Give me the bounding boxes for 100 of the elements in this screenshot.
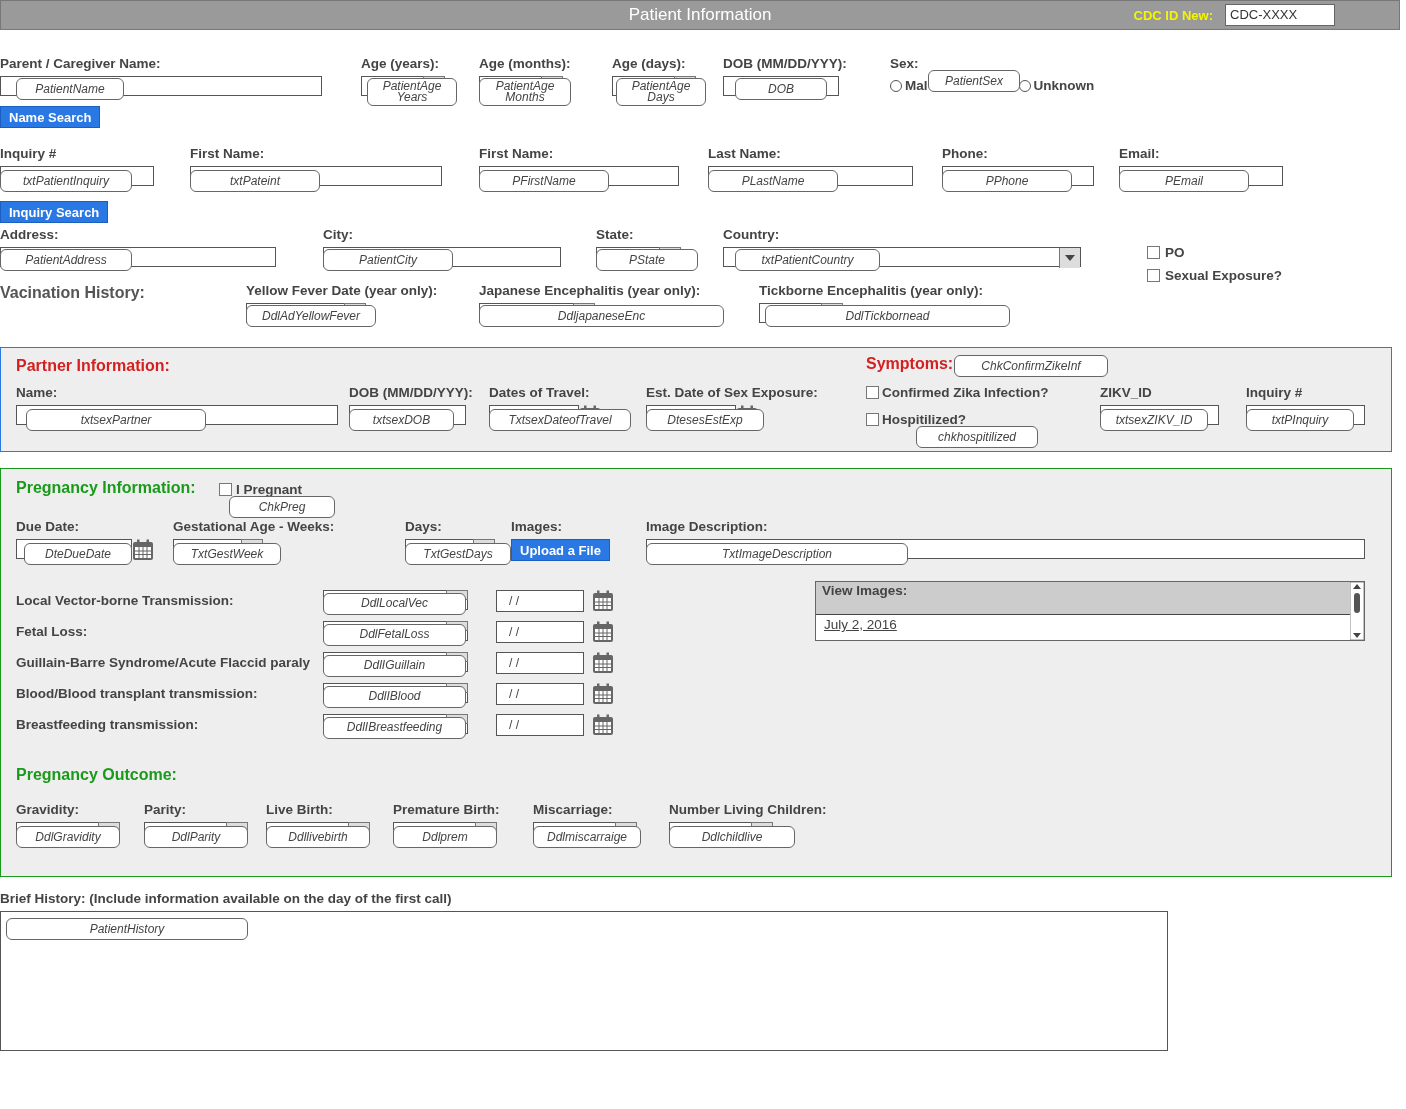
field-label: Dates of Travel: xyxy=(489,385,591,401)
callout-tooltip: DdlFetalLoss xyxy=(323,623,466,646)
checkbox-label: Confirmed Zika Infection? xyxy=(882,385,1049,400)
field-label: Parent / Caregiver Name: xyxy=(0,56,162,72)
checkbox-label: Hospitilized? xyxy=(882,412,966,427)
callout-tooltip: PatientSex xyxy=(928,70,1020,92)
callout-tooltip: Ddlchildlive xyxy=(669,826,795,848)
callout-tooltip: Ddlmiscarraige xyxy=(533,826,641,848)
field-label: DOB (MM/DD/YYY): xyxy=(349,385,474,401)
field-label: DOB (MM/DD/YYY): xyxy=(723,56,848,72)
callout-tooltip: PFirstName xyxy=(479,170,609,192)
field-label: Japanese Encephalitis (year only): xyxy=(479,283,702,299)
callout-tooltip: DdlGravidity xyxy=(16,826,120,848)
field-label: City: xyxy=(323,227,354,243)
field-label: Due Date: xyxy=(16,519,80,535)
callout-tooltip: PatientAge Days xyxy=(616,78,706,106)
callout-tooltip: PatientAddress xyxy=(0,249,132,271)
field-label: Live Birth: xyxy=(266,802,334,818)
list-header: View Images: xyxy=(816,582,1350,615)
field-label: Days: xyxy=(405,519,443,535)
callout-tooltip: DdlAdYellowFever xyxy=(246,305,376,327)
field-label: Address: xyxy=(0,227,60,243)
callout-tooltip: ChkConfirmZikeInf xyxy=(954,355,1108,377)
field-label: Miscarriage: xyxy=(533,802,614,818)
callout-tooltip: TxtGestWeek xyxy=(173,543,281,565)
callout-tooltip: PatientAge Months xyxy=(479,78,571,106)
callout-tooltip: txtPatientCountry xyxy=(735,249,880,271)
field-label: Name: xyxy=(16,385,59,401)
section-title: Pregnancy Information: xyxy=(16,479,197,497)
field-label: Phone: xyxy=(942,146,989,162)
section-title: Symptoms: xyxy=(866,355,954,373)
field-label: Images: xyxy=(511,519,564,535)
callout-tooltip: txtsexDOB xyxy=(349,409,454,431)
callout-tooltip: txtPateint xyxy=(190,170,320,192)
callout-tooltip: DteDueDate xyxy=(24,543,132,565)
field-label: Country: xyxy=(723,227,781,243)
field-label: Yellow Fever Date (year only): xyxy=(246,283,439,299)
callout-tooltip: txtPInquiry xyxy=(1246,409,1354,431)
field-label: State: xyxy=(596,227,635,243)
field-label: Age (days): xyxy=(612,56,687,72)
cdc-id-label: CDC ID New: xyxy=(1133,7,1213,23)
callout-tooltip: TxtImageDescription xyxy=(646,543,908,565)
field-label: Guillain-Barre Syndrome/Acute Flaccid paraly xyxy=(16,654,312,671)
callout-tooltip: PatientCity xyxy=(323,249,453,271)
callout-tooltip: DdlLocalVec xyxy=(323,592,466,615)
callout-tooltip: DdlIGuillain xyxy=(323,654,466,677)
field-label: Parity: xyxy=(144,802,188,818)
callout-tooltip: PLastName xyxy=(708,170,838,192)
field-label: Gravidity: xyxy=(16,802,81,818)
section-title: Vacination History: xyxy=(0,284,146,302)
callout-tooltip: DdlTickbornead xyxy=(765,305,1010,327)
field-label: Brief History: (Include information available on the day of the first call) xyxy=(0,891,453,907)
radio-label: Unknown xyxy=(1033,78,1095,93)
field-label: Age (years): xyxy=(361,56,441,72)
callout-tooltip: PState xyxy=(596,249,698,271)
callout-tooltip: PatientAge Years xyxy=(367,78,457,106)
field-label: Local Vector-borne Transmission: xyxy=(16,592,235,609)
section-title: Partner Information: xyxy=(16,357,170,375)
field-label: Est. Date of Sex Exposure: xyxy=(646,385,819,401)
field-label: Sex: xyxy=(890,56,920,72)
callout-tooltip: Ddllivebirth xyxy=(266,826,370,848)
field-label: Number Living Children: xyxy=(669,802,828,818)
field-label: Tickborne Encephalitis (year only): xyxy=(759,283,985,299)
field-label: Blood/Blood transplant transmission: xyxy=(16,685,259,702)
radio-label: Mal xyxy=(905,78,928,93)
field-label: Image Description: xyxy=(646,519,769,535)
callout-tooltip: TxtGestDays xyxy=(405,543,511,565)
callout-tooltip: DOB xyxy=(735,78,827,100)
callout-tooltip: txtPatientInquiry xyxy=(0,170,132,192)
field-label: Last Name: xyxy=(708,146,782,162)
field-label: First Name: xyxy=(479,146,555,162)
callout-tooltip: txtsexZIKV_ID xyxy=(1100,409,1208,431)
callout-tooltip: PEmail xyxy=(1119,170,1249,192)
callout-tooltip: ChkPreg xyxy=(229,496,335,518)
field-label: First Name: xyxy=(190,146,266,162)
callout-tooltip: PatientHistory xyxy=(6,918,248,940)
field-label: ZIKV_ID xyxy=(1100,385,1153,401)
callout-tooltip: PPhone xyxy=(942,170,1072,192)
field-label: Inquiry # xyxy=(1246,385,1304,401)
field-label: Email: xyxy=(1119,146,1161,162)
callout-tooltip: Ddlprem xyxy=(393,826,497,848)
checkbox-label: Sexual Exposure? xyxy=(1165,268,1283,283)
callout-tooltip: DdlIBlood xyxy=(323,685,466,708)
callout-tooltip: chkhospitilized xyxy=(916,426,1038,448)
checkbox-label: PO xyxy=(1165,245,1185,260)
callout-tooltip: TxtsexDateofTravel xyxy=(489,409,631,431)
section-title: Pregnancy Outcome: xyxy=(16,766,177,784)
callout-tooltip: txtsexPartner xyxy=(26,409,206,431)
page-title: Patient Information xyxy=(628,5,772,25)
field-label: Age (months): xyxy=(479,56,572,72)
field-label: Premature Birth: xyxy=(393,802,501,818)
field-label: Breastfeeding transmission: xyxy=(16,716,200,733)
callout-tooltip: DdlParity xyxy=(144,826,248,848)
callout-tooltip: DtesesEstExp xyxy=(646,409,764,431)
field-label: Fetal Loss: xyxy=(16,623,89,640)
callout-tooltip: DdlIBreastfeeding xyxy=(323,716,466,739)
field-label: Inquiry # xyxy=(0,146,58,162)
callout-tooltip: DdljapaneseEnc xyxy=(479,305,724,327)
checkbox-label: I Pregnant xyxy=(236,482,302,497)
callout-tooltip: PatientName xyxy=(16,78,124,100)
